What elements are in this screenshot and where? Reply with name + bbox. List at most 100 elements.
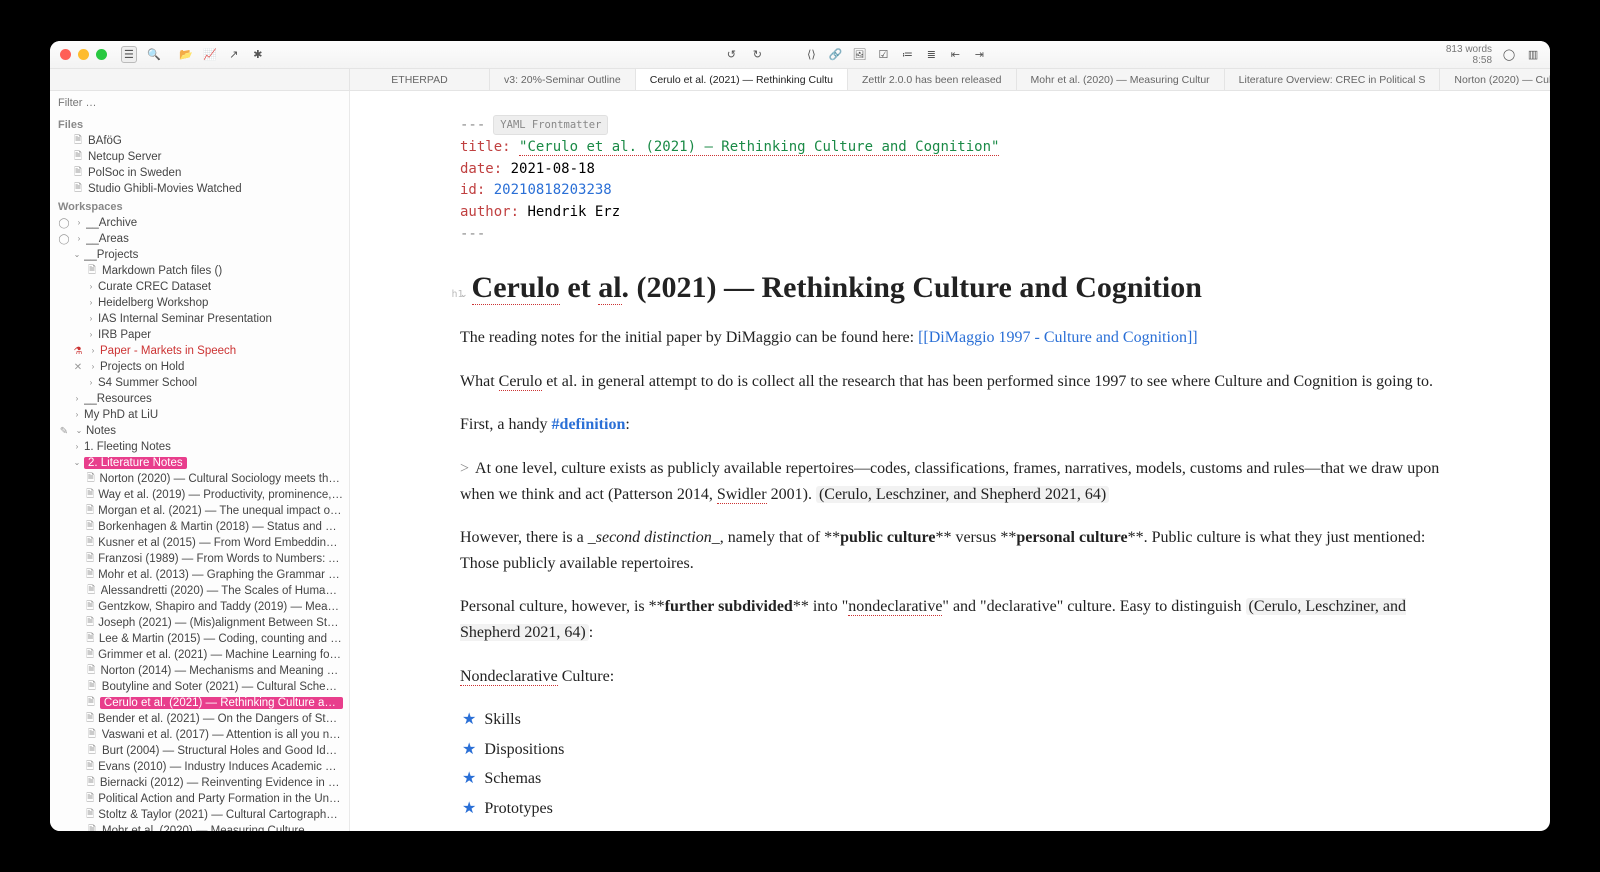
folder-fleeting[interactable]: ›1. Fleeting Notes [50, 439, 349, 455]
stats-icon[interactable]: 📈 [203, 48, 217, 62]
folder-item[interactable]: ›IAS Internal Seminar Presentation [50, 311, 349, 327]
paragraph: What Cerulo et al. in general attempt to… [460, 369, 1440, 395]
file-item[interactable]: 🗎Cerulo et al. (2021) — Rethinking Cultu… [50, 695, 349, 711]
file-item[interactable]: 🗎Lee & Martin (2015) — Coding, counting … [50, 631, 349, 647]
folder-projects[interactable]: ⌄__Projects [50, 247, 349, 263]
file-label: Alessandretti (2020) — The Scales of Hum… [101, 585, 343, 597]
yaml-value: 2021-08-18 [511, 161, 595, 177]
file-label: Norton (2020) — Cultural Sociology meets… [100, 473, 343, 485]
file-item[interactable]: 🗎Markdown Patch files () [50, 263, 349, 279]
folder-archive[interactable]: ◯›__Archive [50, 215, 349, 231]
file-item[interactable]: 🗎Boutyline and Soter (2021) — Cultural S… [50, 679, 349, 695]
file-icon: 🗎 [72, 181, 84, 197]
file-item[interactable]: 🗎Franzosi (1989) — From Words to Numbers… [50, 551, 349, 567]
pomodoro-icon[interactable]: ◯ [1502, 48, 1516, 62]
file-item[interactable]: 🗎PolSoc in Sweden [50, 165, 349, 181]
file-item[interactable]: 🗎Studio Ghibli-Movies Watched [50, 181, 349, 197]
file-label: Franzosi (1989) — From Words to Numbers:… [98, 553, 343, 565]
editor[interactable]: ---YAML Frontmatter title: "Cerulo et al… [350, 91, 1550, 831]
file-item[interactable]: 🗎Burt (2004) — Structural Holes and Good… [50, 743, 349, 759]
flask-icon: ⚗ [72, 346, 84, 357]
file-label: Norton (2014) — Mechanisms and Meaning S… [100, 665, 343, 677]
file-item[interactable]: 🗎Way et al. (2019) — Productivity, promi… [50, 487, 349, 503]
file-label: Bender et al. (2021) — On the Dangers of… [98, 713, 343, 725]
files-header: Files [50, 115, 349, 133]
file-item[interactable]: 🗎Alessandretti (2020) — The Scales of Hu… [50, 583, 349, 599]
back-icon[interactable]: ↺ [724, 48, 738, 62]
folder-litnotes[interactable]: ⌄2. Literature Notes [50, 455, 349, 471]
bullet-icon: ★ [462, 766, 476, 792]
share-icon[interactable]: ↗ [227, 48, 241, 62]
outdent-icon[interactable]: ⇤ [948, 48, 962, 62]
file-item[interactable]: 🗎BAföG [50, 133, 349, 149]
search-icon[interactable]: 🔍 [147, 48, 161, 62]
list-ol-icon[interactable]: ≣ [924, 48, 938, 62]
code-icon[interactable]: ⟨⟩ [804, 48, 818, 62]
file-item[interactable]: 🗎Mohr et al. (2013) — Graphing the Gramm… [50, 567, 349, 583]
file-icon: 🗎 [86, 471, 96, 487]
indent-icon[interactable]: ⇥ [972, 48, 986, 62]
link-icon[interactable]: 🔗 [828, 48, 842, 62]
file-icon: 🗎 [86, 631, 95, 647]
folder-areas[interactable]: ◯›__Areas [50, 231, 349, 247]
tag-cloud-icon[interactable]: ✱ [251, 48, 265, 62]
tab-cerulo[interactable]: Cerulo et al. (2021) — Rethinking Cultu [636, 69, 848, 90]
file-item[interactable]: 🗎Grimmer et al. (2021) — Machine Learnin… [50, 647, 349, 663]
file-item[interactable]: 🗎Kusner et al (2015) — From Word Embeddi… [50, 535, 349, 551]
file-item[interactable]: 🗎Gentzkow, Shapiro and Taddy (2019) — Me… [50, 599, 349, 615]
folder-paper[interactable]: ⚗›Paper - Markets in Speech [50, 343, 349, 359]
tab-bar: ETHERPAD v3: 20%-Seminar Outline Cerulo … [50, 69, 1550, 91]
citation[interactable]: (Cerulo, Leschziner, and Shepherd 2021, … [816, 486, 1109, 503]
tab-norton[interactable]: Norton (2020) — Cultural Sociology m [1440, 69, 1550, 90]
list-ul-icon[interactable]: ≔ [900, 48, 914, 62]
image-icon[interactable]: 🖼 [852, 48, 866, 62]
file-item[interactable]: 🗎Borkenhagen & Martin (2018) — Status an… [50, 519, 349, 535]
file-icon: 🗎 [86, 567, 94, 583]
file-item[interactable]: 🗎Joseph (2021) — (Mis)alignment Between … [50, 615, 349, 631]
filter-input[interactable] [58, 95, 341, 111]
folder-item[interactable]: ›Curate CREC Dataset [50, 279, 349, 295]
file-item[interactable]: 🗎Vaswani et al. (2017) — Attention is al… [50, 727, 349, 743]
wiki-link[interactable]: [[DiMaggio 1997 - Culture and Cognition]… [918, 329, 1198, 346]
file-item[interactable]: 🗎Morgan et al. (2021) — The unequal impa… [50, 503, 349, 519]
hash-tag[interactable]: #definition [552, 416, 626, 433]
right-sidebar-icon[interactable]: ▥ [1526, 48, 1540, 62]
file-item[interactable]: 🗎Biernacki (2012) — Reinventing Evidence… [50, 775, 349, 791]
paragraph: Nondeclarative Culture: [460, 664, 1440, 690]
tab-litoverview[interactable]: Literature Overview: CREC in Political S [1225, 69, 1441, 90]
workspaces-header: Workspaces [50, 197, 349, 215]
open-folder-icon[interactable]: 📂 [179, 48, 193, 62]
folder-hold[interactable]: ✕›Projects on Hold [50, 359, 349, 375]
sidebar-toggle-icon[interactable]: ☰ [121, 46, 137, 63]
file-icon: 🗎 [86, 503, 94, 519]
minimize-window-button[interactable] [78, 49, 89, 60]
file-item[interactable]: 🗎Bender et al. (2021) — On the Dangers o… [50, 711, 349, 727]
task-icon[interactable]: ☑ [876, 48, 890, 62]
file-label: Cerulo et al. (2021) — Rethinking Cultur… [100, 697, 343, 709]
tab-seminar[interactable]: v3: 20%-Seminar Outline [490, 69, 636, 90]
file-item[interactable]: 🗎Evans (2010) — Industry Induces Academi… [50, 759, 349, 775]
zoom-window-button[interactable] [96, 49, 107, 60]
folder-notes[interactable]: ✎⌄Notes [50, 423, 349, 439]
bullet-list: ★Skills ★Dispositions ★Schemas ★Prototyp… [462, 707, 1440, 821]
file-label: Grimmer et al. (2021) — Machine Learning… [98, 649, 343, 661]
file-item[interactable]: 🗎Political Action and Party Formation in… [50, 791, 349, 807]
file-item[interactable]: 🗎 Norton (2020) — Cultural Sociology meet… [50, 471, 349, 487]
yaml-key: date: [460, 161, 502, 177]
close-window-button[interactable] [60, 49, 71, 60]
folder-item[interactable]: ›Heidelberg Workshop [50, 295, 349, 311]
folder-phd[interactable]: ›My PhD at LiU [50, 407, 349, 423]
file-item[interactable]: 🗎Mohr et al. (2020) — Measuring Culture [50, 823, 349, 831]
folder-item[interactable]: ›S4 Summer School [50, 375, 349, 391]
file-icon: 🗎 [86, 743, 98, 759]
tab-zettlr[interactable]: Zettlr 2.0.0 has been released [848, 69, 1017, 90]
tab-etherpad[interactable]: ETHERPAD [350, 69, 490, 90]
folder-resources[interactable]: ›__Resources [50, 391, 349, 407]
file-item[interactable]: 🗎Norton (2014) — Mechanisms and Meaning … [50, 663, 349, 679]
app-window: ☰ 🔍 📂 📈 ↗ ✱ ↺ ↻ ⟨⟩ 🔗 🖼 ☑ ≔ ≣ ⇤ ⇥ [50, 41, 1550, 831]
tab-mohr[interactable]: Mohr et al. (2020) — Measuring Cultur [1017, 69, 1225, 90]
forward-icon[interactable]: ↻ [750, 48, 764, 62]
file-item[interactable]: 🗎Stoltz & Taylor (2021) — Cultural Carto… [50, 807, 349, 823]
file-item[interactable]: 🗎Netcup Server [50, 149, 349, 165]
folder-item[interactable]: ›IRB Paper [50, 327, 349, 343]
